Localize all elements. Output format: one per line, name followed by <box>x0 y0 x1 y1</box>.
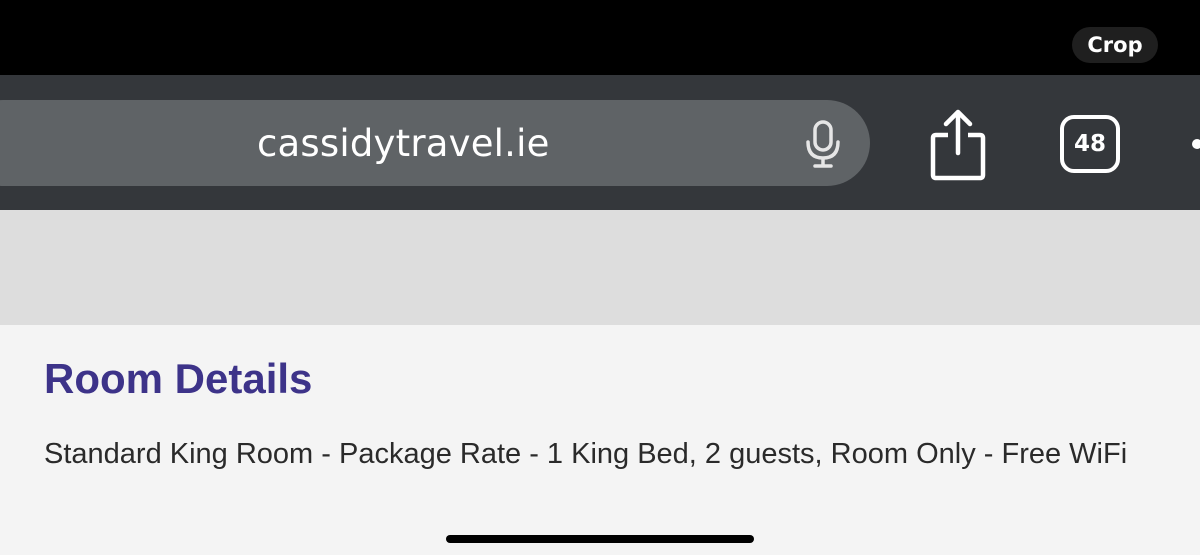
more-icon[interactable] <box>1192 139 1200 149</box>
url-text[interactable]: cassidytravel.ie <box>257 100 550 186</box>
home-indicator[interactable] <box>446 535 754 543</box>
page-header-band <box>0 210 1200 325</box>
room-description: Standard King Room - Package Rate - 1 Ki… <box>44 438 1128 470</box>
browser-toolbar: cassidytravel.ie 48 <box>0 75 1200 210</box>
screenshot-top-strip: Crop <box>0 0 1200 75</box>
room-details-section: Room Details Standard King Room - Packag… <box>0 325 1200 555</box>
share-icon[interactable] <box>928 109 988 181</box>
crop-button[interactable]: Crop <box>1072 27 1158 63</box>
tabs-icon[interactable]: 48 <box>1060 115 1120 173</box>
section-title: Room Details <box>44 355 313 402</box>
tab-count: 48 <box>1073 131 1106 157</box>
screen: Crop cassidytravel.ie 48 Room Details St… <box>0 0 1200 555</box>
microphone-icon[interactable] <box>803 120 843 168</box>
address-bar[interactable]: cassidytravel.ie <box>0 100 870 186</box>
